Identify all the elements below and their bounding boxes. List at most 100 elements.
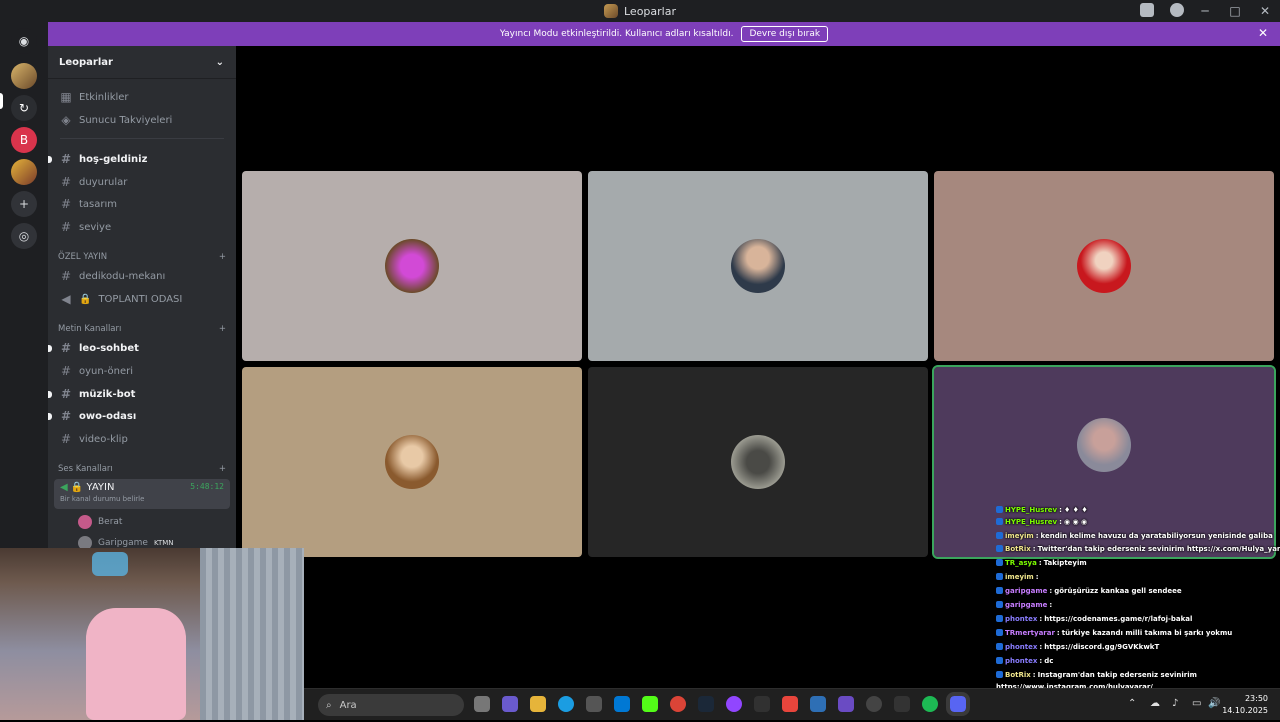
add-channel-icon[interactable]: + <box>219 252 226 262</box>
copilot-icon[interactable] <box>502 696 518 712</box>
chat-username: imeyim <box>1005 531 1034 540</box>
disable-streamer-mode-button[interactable]: Devre dışı bırak <box>741 26 829 42</box>
spotify-icon[interactable] <box>922 696 938 712</box>
discord-taskbar-icon[interactable] <box>946 692 970 716</box>
close-icon[interactable]: ✕ <box>1258 26 1268 40</box>
hash-icon: # <box>60 387 72 401</box>
chevron-down-icon: ⌄ <box>215 56 224 68</box>
maximize-button[interactable]: □ <box>1220 4 1250 18</box>
chat-text: türkiye kazandı milli takıma bi şarkı yo… <box>1061 628 1233 637</box>
chat-text: kendin kelime havuzu da yaratabiliyorsun… <box>1040 531 1273 540</box>
divider <box>60 138 224 139</box>
channel-muzik-bot[interactable]: # müzik-bot <box>48 384 228 404</box>
app-blue-icon[interactable] <box>810 696 826 712</box>
outlook-icon[interactable] <box>614 696 630 712</box>
category-ozel-yayin[interactable]: ÖZEL YAYIN + <box>58 252 226 262</box>
volume-icon[interactable]: 🔊 <box>1208 698 1220 709</box>
obs-icon[interactable] <box>866 696 882 712</box>
discover-icon[interactable]: ◎ <box>11 223 37 249</box>
webcam-overlay <box>0 548 304 720</box>
chat-separator: : <box>1049 586 1053 595</box>
lock-icon: 🔒 <box>70 482 84 493</box>
chat-username: HYPE_Husrev <box>1005 505 1058 514</box>
voice-status[interactable]: Bir kanal durumu belirle <box>60 495 224 503</box>
channel-dedikodu-mekani[interactable]: # dedikodu-mekanı <box>56 266 228 286</box>
add-channel-icon[interactable]: + <box>219 324 226 334</box>
channel-oyun-oneri[interactable]: # oyun-öneri <box>56 361 228 381</box>
channel-toplanti-odasi[interactable]: ◀ 🔒 TOPLANTI ODASI <box>56 289 228 309</box>
chat-text: Twitter'dan takip ederseniz sevinirim ht… <box>1037 544 1280 553</box>
server-name: Leoparlar <box>59 56 113 68</box>
chat-separator: : <box>1039 656 1043 665</box>
chat-separator: : <box>1056 628 1060 637</box>
chat-message: TR_asya : Takipteyim <box>996 556 1087 569</box>
category-metin-kanallari[interactable]: Metin Kanalları + <box>58 324 226 334</box>
add-channel-icon[interactable]: + <box>219 464 226 474</box>
app-gray-icon[interactable] <box>894 696 910 712</box>
category-ses-kanallari[interactable]: Ses Kanalları + <box>58 464 226 474</box>
events-item[interactable]: ▦ Etkinlikler <box>56 87 228 107</box>
file-explorer-icon[interactable] <box>530 696 546 712</box>
chevron-up-icon[interactable]: ⌃ <box>1128 698 1136 709</box>
server-3-icon[interactable]: B <box>11 127 37 153</box>
channel-seviye[interactable]: # seviye <box>56 217 228 237</box>
twitch-icon[interactable] <box>726 696 742 712</box>
participant-tile[interactable] <box>242 367 582 557</box>
unread-indicator <box>48 390 52 398</box>
taskbar-search[interactable]: ⌕ Ara <box>318 694 464 716</box>
app-red-icon[interactable] <box>782 696 798 712</box>
chat-text: ◉ ◉ ◉ <box>1063 517 1088 526</box>
voice-channel-yayin[interactable]: ◀ 🔒 YAYIN 5:48:12 Bir kanal durumu belir… <box>54 479 230 509</box>
channel-video-klip[interactable]: # video-klip <box>56 429 228 449</box>
member-tag: KTMN <box>153 539 174 547</box>
help-icon[interactable] <box>1170 3 1184 17</box>
add-server-icon[interactable]: + <box>11 191 37 217</box>
unread-indicator <box>48 155 52 163</box>
chrome-icon[interactable] <box>670 696 686 712</box>
hash-icon: # <box>60 152 72 166</box>
mic-icon[interactable]: ♪ <box>1172 698 1178 709</box>
participant-tile[interactable] <box>588 367 928 557</box>
chat-message: imeyim : kendin kelime havuzu da yaratabi… <box>996 529 1273 542</box>
participant-tile[interactable] <box>934 171 1274 361</box>
channel-owo-odasi[interactable]: # owo-odası <box>48 406 228 426</box>
taskbar-clock[interactable]: 23:50 14.10.2025 <box>1222 693 1268 717</box>
minimize-button[interactable]: ─ <box>1190 4 1220 18</box>
app-purple-icon[interactable] <box>838 696 854 712</box>
hash-icon: # <box>60 269 72 283</box>
avatar <box>385 435 439 489</box>
server-4-icon[interactable] <box>11 159 37 185</box>
server-leoparlar-icon[interactable] <box>11 63 37 89</box>
network-icon[interactable]: ▭ <box>1192 698 1201 709</box>
voice-timer: 5:48:12 <box>190 482 224 491</box>
chat-username: BotRix <box>1005 544 1031 553</box>
badge-icon <box>996 671 1003 678</box>
channel-hos-geldiniz[interactable]: # hoş-geldiniz <box>48 149 228 169</box>
channel-tasarim[interactable]: # tasarım <box>56 194 228 214</box>
close-window-button[interactable]: ✕ <box>1250 4 1280 18</box>
server-2-icon[interactable]: ↻ <box>11 95 37 121</box>
chat-message: phontex : https://codenames.game/r/lafoj-… <box>996 612 1192 625</box>
badge-icon <box>996 587 1003 594</box>
channel-leo-sohbet[interactable]: # leo-sohbet <box>48 338 228 358</box>
steam-icon[interactable] <box>698 696 714 712</box>
discord-home-icon[interactable]: ◉ <box>11 28 37 54</box>
task-view-icon[interactable] <box>474 696 490 712</box>
edge-icon[interactable] <box>558 696 574 712</box>
server-header[interactable]: Leoparlar ⌄ <box>48 46 236 79</box>
chat-separator: : <box>1039 642 1043 651</box>
participant-tile[interactable] <box>242 171 582 361</box>
participant-tile[interactable] <box>588 171 928 361</box>
voice-member[interactable]: Berat <box>78 512 122 532</box>
store-icon[interactable] <box>586 696 602 712</box>
cloud-icon[interactable]: ☁ <box>1150 698 1160 709</box>
epic-games-icon[interactable] <box>754 696 770 712</box>
boosts-item[interactable]: ◈ Sunucu Takviyeleri <box>56 110 228 130</box>
channel-duyurular[interactable]: # duyurular <box>56 172 228 192</box>
kick-icon[interactable] <box>642 696 658 712</box>
calendar-icon: ▦ <box>60 90 72 104</box>
server-icon <box>604 4 618 18</box>
badge-icon <box>996 657 1003 664</box>
chat-text: Instagram'dan takip ederseniz sevinirim <box>1037 670 1197 679</box>
inbox-icon[interactable] <box>1140 3 1154 17</box>
